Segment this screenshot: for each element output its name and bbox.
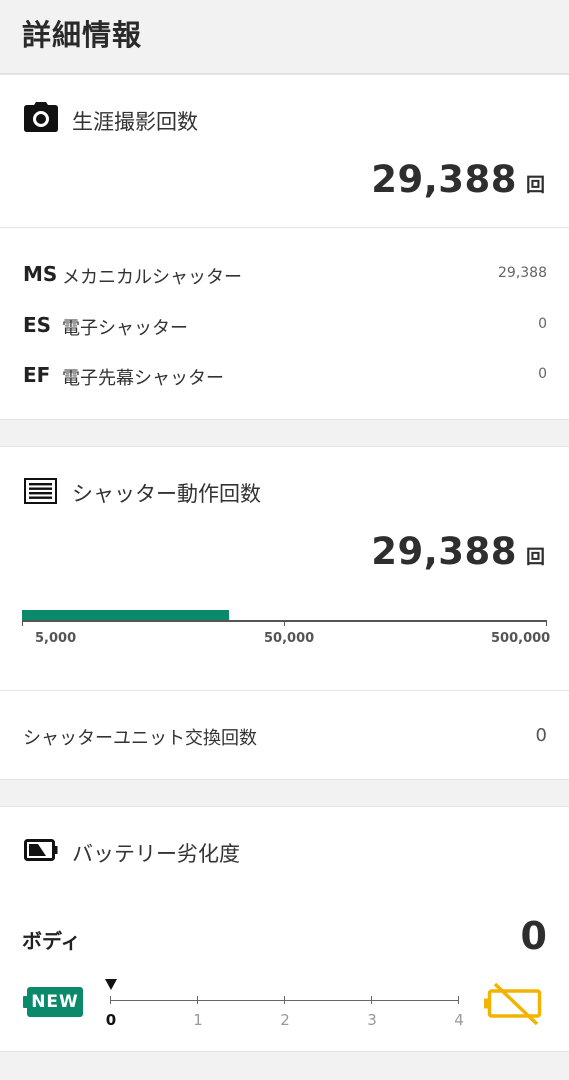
scale-tick (197, 996, 198, 1004)
current-level-marker-icon (105, 979, 117, 990)
lifetime-shots-total: 29,388 (371, 158, 517, 201)
shutter-value: 0 (538, 366, 547, 382)
new-badge: NEW (23, 987, 83, 1017)
unit-replacement-value: 0 (535, 725, 547, 746)
shutter-list-icon (24, 478, 57, 508)
gauge-label: 50,000 (264, 631, 315, 646)
scale-tick (371, 996, 372, 1004)
page-header: 詳細情報 (0, 0, 569, 74)
card-divider (0, 690, 569, 691)
shutter-actuations-title: シャッター動作回数 (72, 482, 261, 506)
gauge-tick (284, 620, 285, 626)
lifetime-shots-unit: 回 (525, 174, 545, 196)
scale-tick (110, 996, 111, 1004)
page-title: 詳細情報 (22, 18, 143, 52)
battery-icon (24, 839, 58, 865)
gauge-label: 5,000 (35, 631, 77, 646)
scale-tick (458, 996, 459, 1004)
shutter-value: 0 (538, 316, 547, 332)
shutter-actuations-total: 29,388 (371, 530, 517, 573)
gauge-tick (22, 620, 23, 626)
lifetime-shots-title: 生涯撮影回数 (72, 110, 198, 134)
shutter-label: メカニカルシャッター (62, 267, 242, 288)
gauge-label: 500,000 (491, 631, 551, 646)
shutter-code: ES (23, 313, 52, 337)
shutter-label: 電子先幕シャッター (62, 368, 224, 389)
shutter-code: MS (23, 262, 58, 286)
scale-tick (284, 996, 285, 1004)
shutter-value: 29,388 (498, 265, 547, 281)
battery-body-label: ボディ (22, 929, 81, 953)
scale-label: 3 (367, 1011, 377, 1029)
battery-title: バッテリー劣化度 (72, 842, 240, 866)
battery-body-value: 0 (520, 914, 547, 958)
shutter-label: 電子シャッター (62, 318, 188, 339)
shutter-actuations-unit: 回 (525, 546, 545, 568)
camera-icon (24, 102, 58, 136)
card-divider (0, 227, 569, 228)
scale-label: 1 (193, 1011, 203, 1029)
unit-replacement-label: シャッターユニット交換回数 (23, 728, 257, 749)
scale-label-current: 0 (105, 1011, 117, 1029)
scale-label: 4 (454, 1011, 464, 1029)
shutter-code: EF (23, 363, 51, 387)
gauge-tick (546, 620, 547, 626)
scale-label: 2 (280, 1011, 290, 1029)
battery-degraded-icon (483, 981, 545, 1031)
